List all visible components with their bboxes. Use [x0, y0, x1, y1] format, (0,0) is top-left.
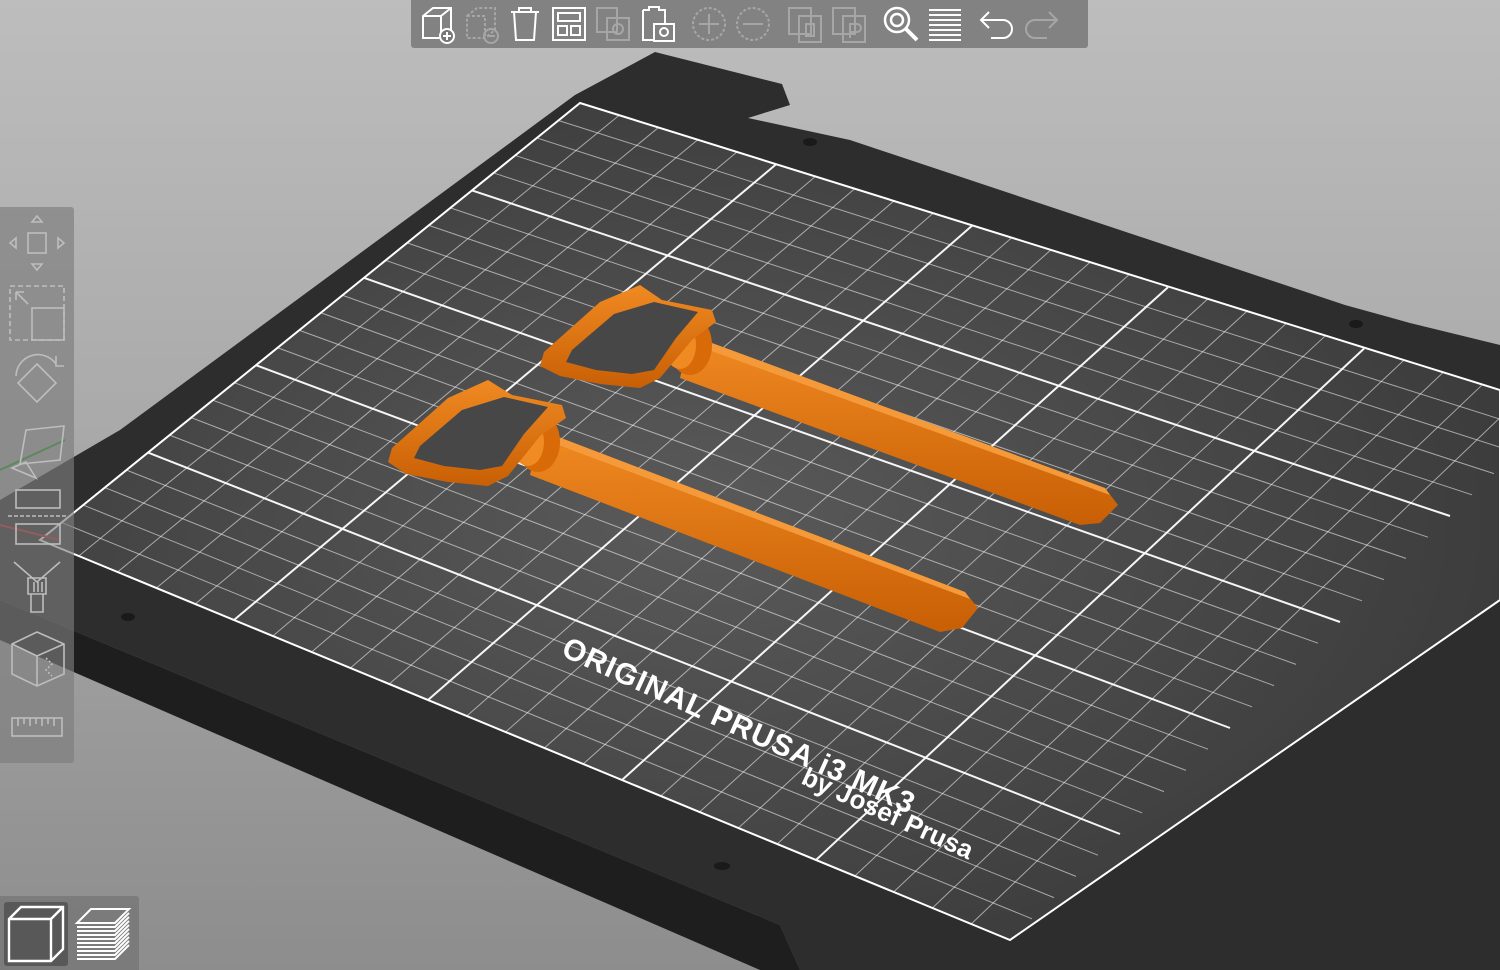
split-objects-button[interactable]: [783, 2, 827, 46]
place-on-face-gizmo[interactable]: [4, 421, 70, 485]
cut-gizmo[interactable]: [4, 485, 70, 549]
rotate-icon: [15, 353, 64, 404]
plus-circle-icon: [692, 7, 726, 41]
copy-icon: [596, 7, 630, 41]
delete-icon: [466, 7, 499, 44]
move-gizmo[interactable]: [4, 211, 70, 275]
cube-3d-icon: [7, 905, 65, 963]
copy-button[interactable]: [591, 2, 635, 46]
paint-supports-gizmo[interactable]: [4, 553, 70, 617]
add-button[interactable]: [415, 2, 459, 46]
undo-button[interactable]: [975, 2, 1019, 46]
rotate-gizmo[interactable]: [4, 351, 70, 415]
seam-cube-icon: [11, 631, 65, 687]
measure-gizmo[interactable]: [4, 695, 70, 759]
scale-gizmo[interactable]: [4, 281, 70, 345]
cut-icon: [8, 489, 66, 545]
arrange-button[interactable]: [547, 2, 591, 46]
delete-all-button[interactable]: [503, 2, 547, 46]
redo-icon: [1025, 11, 1059, 39]
view-3d-button[interactable]: [4, 902, 68, 966]
redo-button[interactable]: [1019, 2, 1063, 46]
scale-icon: [9, 285, 65, 341]
view-switch: [0, 896, 139, 970]
search-icon: [883, 6, 919, 42]
ruler-icon: [11, 717, 63, 737]
paste-icon: [642, 6, 675, 42]
view-preview-button[interactable]: [70, 902, 134, 966]
move-icon: [8, 214, 66, 272]
remove-instance-button[interactable]: [731, 2, 775, 46]
paste-button[interactable]: [635, 2, 679, 46]
trash-icon: [511, 7, 539, 41]
split-objects-icon: [788, 7, 822, 43]
seam-gizmo[interactable]: [4, 627, 70, 691]
layers-icon: [929, 9, 961, 41]
delete-button[interactable]: [459, 2, 503, 46]
add-instance-button[interactable]: [687, 2, 731, 46]
3d-viewport[interactable]: ORIGINAL PRUSA i3 MK3 by Josef Prusa: [0, 0, 1500, 970]
gizmo-toolbar: [0, 207, 74, 763]
search-button[interactable]: [879, 2, 923, 46]
split-parts-icon: [832, 7, 866, 43]
split-parts-button[interactable]: [827, 2, 871, 46]
paint-brush-icon: [13, 561, 61, 613]
place-on-face-icon: [9, 425, 65, 480]
top-toolbar: [411, 0, 1088, 48]
layers-editing-button[interactable]: [923, 2, 967, 46]
arrange-icon: [552, 7, 586, 41]
undo-icon: [979, 11, 1013, 39]
add-cube-icon: [422, 7, 455, 44]
layers-preview-icon: [74, 908, 132, 960]
minus-circle-icon: [736, 7, 770, 41]
